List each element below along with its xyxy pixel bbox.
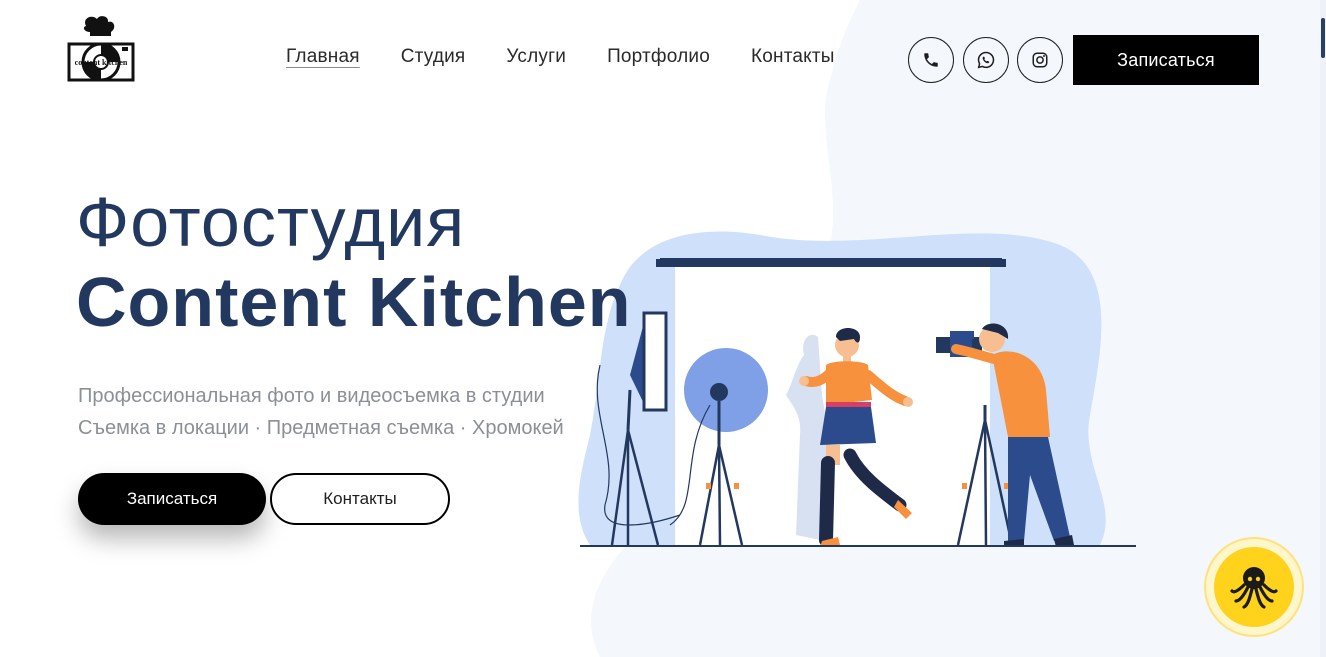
- octopus-icon: [1230, 567, 1278, 609]
- hero-title-brand: Content Kitchen: [76, 263, 632, 341]
- instagram-button[interactable]: [1017, 37, 1063, 83]
- svg-text:content kitchen: content kitchen: [75, 58, 128, 67]
- nav-item-studio[interactable]: Студия: [401, 46, 466, 68]
- chef-hat-camera-logo: content kitchen: [67, 16, 135, 82]
- phone-icon: [924, 53, 938, 67]
- book-button-hero[interactable]: Записаться: [78, 473, 266, 525]
- instagram-icon: [1032, 52, 1048, 68]
- book-button-header[interactable]: Записаться: [1073, 35, 1259, 85]
- hero-title: Фотостудия: [76, 183, 466, 261]
- contacts-button-hero[interactable]: Контакты: [270, 473, 450, 525]
- hero-subtitle: Профессиональная фото и видеосъемка в ст…: [78, 380, 564, 444]
- main-nav: Главная Студия Услуги Портфолио Контакты: [286, 46, 835, 68]
- hero-subtitle-line-2: Съемка в локации · Предметная съемка · Х…: [78, 417, 564, 439]
- photo-studio-illustration: [578, 231, 1136, 547]
- nav-item-services[interactable]: Услуги: [506, 46, 566, 68]
- nav-item-home[interactable]: Главная: [286, 46, 360, 68]
- logo[interactable]: content kitchen: [64, 14, 138, 88]
- nav-item-portfolio[interactable]: Портфолио: [607, 46, 710, 68]
- hero-subtitle-line-1: Профессиональная фото и видеосъемка в ст…: [78, 385, 545, 407]
- chat-widget-inner: [1214, 547, 1294, 627]
- nav-item-contacts[interactable]: Контакты: [751, 46, 835, 68]
- whatsapp-icon: [977, 51, 995, 69]
- whatsapp-button[interactable]: [963, 37, 1009, 83]
- phone-button[interactable]: [908, 37, 954, 83]
- scrollbar[interactable]: [1320, 0, 1326, 657]
- chat-widget-button[interactable]: [1204, 537, 1304, 637]
- scrollbar-thumb[interactable]: [1321, 18, 1325, 58]
